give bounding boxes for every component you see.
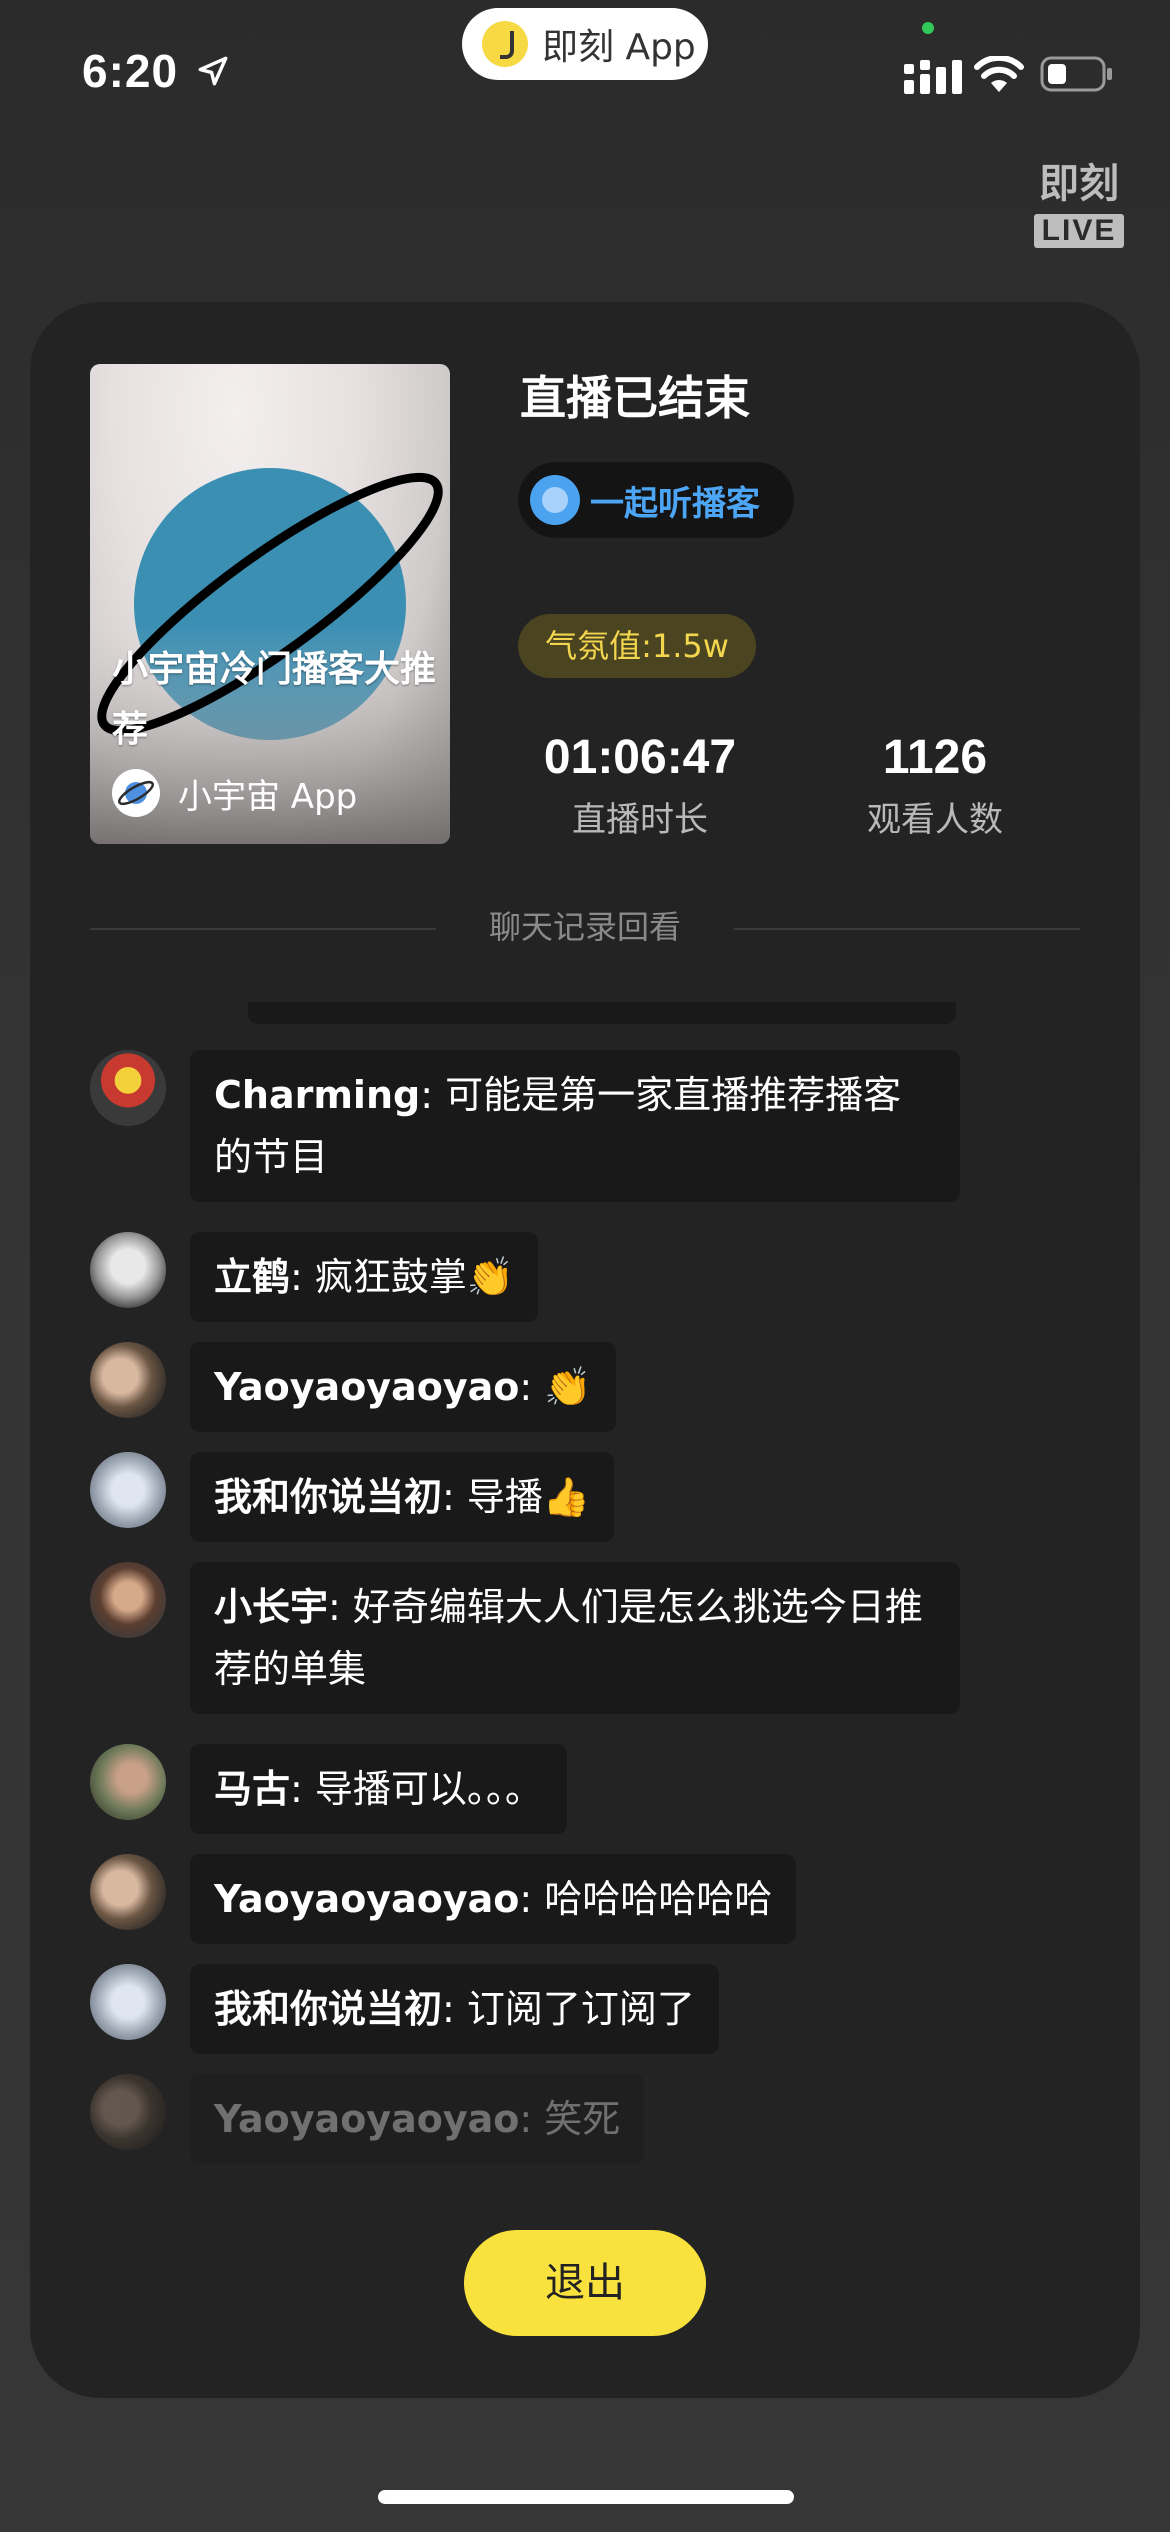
chat-text: 导播可以。。。: [314, 1767, 543, 1811]
chat-colon: :: [290, 1767, 315, 1811]
chat-username: Charming: [214, 1073, 421, 1117]
viewers-label: 观看人数: [867, 800, 1003, 840]
chat-username: 立鹤: [214, 1255, 291, 1299]
chat-colon: :: [328, 1585, 353, 1629]
chat-colon: :: [442, 1987, 467, 2031]
user-avatar[interactable]: [90, 1452, 166, 1528]
chat-colon: :: [420, 1073, 446, 1117]
return-to-app-label: 即刻 App: [542, 27, 696, 68]
chat-bubble: Charming: 可能是第一家直播推荐播客的节目: [190, 1050, 960, 1202]
logo-text: 即刻: [1039, 161, 1119, 207]
chat-message: Yaoyaoyaoyao: 笑死: [90, 2074, 645, 2164]
chat-username: Yaoyaoyaoyao: [214, 1877, 520, 1921]
user-avatar[interactable]: [90, 1854, 166, 1930]
chat-colon: :: [519, 1365, 545, 1409]
chat-colon: :: [519, 2097, 545, 2141]
chat-replay-divider: 聊天记录回看: [90, 902, 1080, 952]
cover-app-credit: 小宇宙 App: [112, 768, 357, 818]
live-ended-card: 小宇宙冷门播客大推荐 小宇宙 App 直播已结束 一起听播客 气氛值:1.5w …: [30, 302, 1140, 2398]
chat-username: 小长宇: [214, 1585, 329, 1629]
exit-button[interactable]: 退出: [464, 2230, 706, 2336]
chat-text: 哈哈哈哈哈哈: [544, 1877, 773, 1921]
user-avatar[interactable]: [90, 2074, 166, 2150]
viewers-value: 1126: [882, 731, 988, 784]
topic-icon: [530, 475, 580, 525]
user-avatar[interactable]: [90, 1342, 166, 1418]
location-arrow-icon: [198, 56, 228, 86]
jike-live-logo: 即刻 LIVE: [1034, 160, 1124, 254]
wifi-icon: [974, 56, 1024, 92]
duration-stat: 01:06:47 直播时长: [510, 732, 770, 841]
chat-bubble: 我和你说当初: 导播👍: [190, 1452, 615, 1542]
chat-text: 笑死: [544, 2097, 621, 2141]
viewers-stat: 1126 观看人数: [790, 732, 1080, 841]
chat-replay-label: 聊天记录回看: [488, 908, 681, 946]
chat-bubble: 马古: 导播可以。。。: [190, 1744, 567, 1834]
chat-username: 我和你说当初: [214, 1475, 443, 1519]
cover-app-name: 小宇宙 App: [178, 776, 358, 817]
topic-chip[interactable]: 一起听播客: [518, 462, 794, 538]
camera-in-use-indicator: [922, 22, 934, 34]
chat-username: Yaoyaoyaoyao: [214, 1365, 520, 1409]
chat-username: Yaoyaoyaoyao: [214, 2097, 520, 2141]
chat-message: 小长宇: 好奇编辑大人们是怎么挑选今日推荐的单集: [90, 1562, 960, 1714]
chat-username: 我和你说当初: [214, 1987, 443, 2031]
chat-bubble: Yaoyaoyaoyao: 哈哈哈哈哈哈: [190, 1854, 797, 1944]
chat-message: 我和你说当初: 导播👍: [90, 1452, 615, 1542]
chat-message: Yaoyaoyaoyao: 👏: [90, 1342, 616, 1432]
chat-message: 立鹤: 疯狂鼓掌👏: [90, 1232, 539, 1322]
chat-bubble: 小长宇: 好奇编辑大人们是怎么挑选今日推荐的单集: [190, 1562, 960, 1714]
chat-colon: :: [442, 1475, 467, 1519]
chat-text: 订阅了订阅了: [466, 1987, 695, 2031]
user-avatar[interactable]: [90, 1050, 166, 1126]
chat-bubble: Yaoyaoyaoyao: 👏: [190, 1342, 616, 1432]
user-avatar[interactable]: [90, 1232, 166, 1308]
chat-bubble: Yaoyaoyaoyao: 笑死: [190, 2074, 645, 2164]
chat-colon: :: [519, 1877, 545, 1921]
divider-line: [90, 928, 436, 930]
chat-message: 我和你说当初: 订阅了订阅了: [90, 1964, 719, 2054]
chat-text: 导播👍: [466, 1475, 591, 1519]
chat-username: 马古: [214, 1767, 291, 1811]
user-avatar[interactable]: [90, 1964, 166, 2040]
live-status-title: 直播已结束: [520, 371, 750, 425]
live-badge: LIVE: [1034, 214, 1124, 248]
cover-title: 小宇宙冷门播客大推荐: [112, 649, 437, 750]
home-indicator[interactable]: [378, 2490, 794, 2504]
chat-text: 👏: [544, 1365, 592, 1409]
chat-message: 马古: 导播可以。。。: [90, 1744, 567, 1834]
atmosphere-badge: 气氛值:1.5w: [518, 614, 756, 678]
jike-app-icon: [482, 21, 528, 67]
chat-text: 疯狂鼓掌👏: [314, 1255, 515, 1299]
chat-colon: :: [290, 1255, 315, 1299]
live-cover: 小宇宙冷门播客大推荐 小宇宙 App: [90, 364, 450, 844]
duration-label: 直播时长: [572, 800, 708, 840]
chat-message: Yaoyaoyaoyao: 哈哈哈哈哈哈: [90, 1854, 797, 1944]
topic-label: 一起听播客: [590, 483, 760, 524]
user-avatar[interactable]: [90, 1562, 166, 1638]
battery-icon: [1040, 56, 1112, 92]
return-to-app-pill[interactable]: 即刻 App: [462, 8, 708, 80]
chat-bubble: 立鹤: 疯狂鼓掌👏: [190, 1232, 539, 1322]
cellular-signal-icon: [904, 60, 962, 94]
divider-line: [734, 928, 1080, 930]
duration-value: 01:06:47: [543, 731, 737, 784]
chat-message: Charming: 可能是第一家直播推荐播客的节目: [90, 1050, 960, 1202]
planet-icon: [112, 769, 160, 817]
previous-message-edge: [248, 1002, 956, 1024]
chat-bubble: 我和你说当初: 订阅了订阅了: [190, 1964, 719, 2054]
status-time: 6:20: [82, 45, 179, 97]
user-avatar[interactable]: [90, 1744, 166, 1820]
